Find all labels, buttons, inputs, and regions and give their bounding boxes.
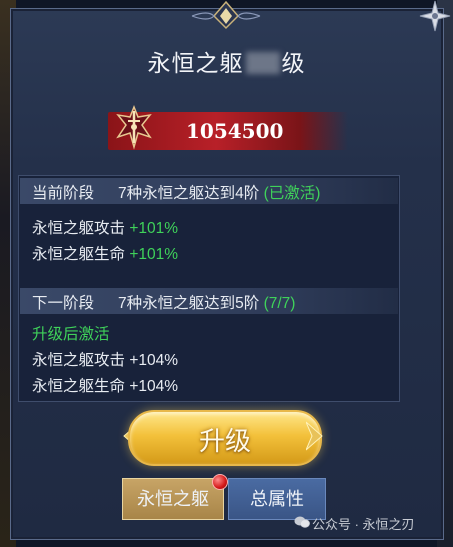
- watermark-text: 公众号 · 永恒之刃: [312, 517, 415, 532]
- next-stage-row: 下一阶段 7种永恒之躯达到5阶 (7/7): [32, 291, 295, 313]
- current-stage-status: (已激活): [263, 185, 321, 202]
- next-attr-row: 永恒之躯攻击 +104%: [32, 348, 178, 370]
- current-stage-condition: 7种永恒之躯达到4阶: [118, 185, 260, 202]
- next-activate-row: 升级后激活: [32, 322, 110, 344]
- power-value: 1054500: [186, 119, 284, 143]
- close-star-icon[interactable]: [419, 0, 451, 32]
- notification-dot-icon: [212, 474, 228, 490]
- tab-label: 总属性: [250, 489, 304, 509]
- upgrade-button[interactable]: 升级: [128, 410, 322, 466]
- top-ornament-icon: [191, 0, 261, 30]
- title-suffix: 级: [281, 50, 306, 76]
- wechat-icon: [294, 516, 310, 528]
- dialog-title: 永恒之躯 级: [0, 44, 453, 78]
- title-prefix: 永恒之躯: [147, 50, 244, 76]
- next-attr-name: 永恒之躯攻击: [32, 352, 126, 369]
- next-attr-value: +104%: [129, 352, 179, 369]
- current-attr-name: 永恒之躯生命: [32, 246, 126, 263]
- current-stage-row: 当前阶段 7种永恒之躯达到4阶 (已激活): [32, 181, 320, 203]
- next-attr-name: 永恒之躯生命: [32, 378, 126, 395]
- sword-emblem-icon: [116, 104, 152, 150]
- current-attr-value: +101%: [129, 246, 179, 263]
- next-stage-progress: (7/7): [263, 295, 296, 312]
- next-attr-value: +104%: [129, 378, 179, 395]
- tab-eternal-body[interactable]: 永恒之躯: [122, 478, 224, 520]
- current-stage-label: 当前阶段: [32, 185, 95, 202]
- current-attr-row: 永恒之躯生命 +101%: [32, 242, 178, 264]
- tab-label: 永恒之躯: [137, 489, 209, 509]
- next-stage-condition: 7种永恒之躯达到5阶: [118, 295, 260, 312]
- current-attr-row: 永恒之躯攻击 +101%: [32, 216, 178, 238]
- upgrade-button-label: 升级: [198, 426, 251, 456]
- title-obscured-level: [245, 52, 280, 74]
- next-activate-note: 升级后激活: [32, 326, 110, 343]
- current-attr-name: 永恒之躯攻击: [32, 220, 126, 237]
- current-attr-value: +101%: [129, 220, 179, 237]
- next-attr-row: 永恒之躯生命 +104%: [32, 374, 178, 396]
- next-stage-label: 下一阶段: [32, 295, 95, 312]
- button-wing-right-icon: [306, 421, 323, 451]
